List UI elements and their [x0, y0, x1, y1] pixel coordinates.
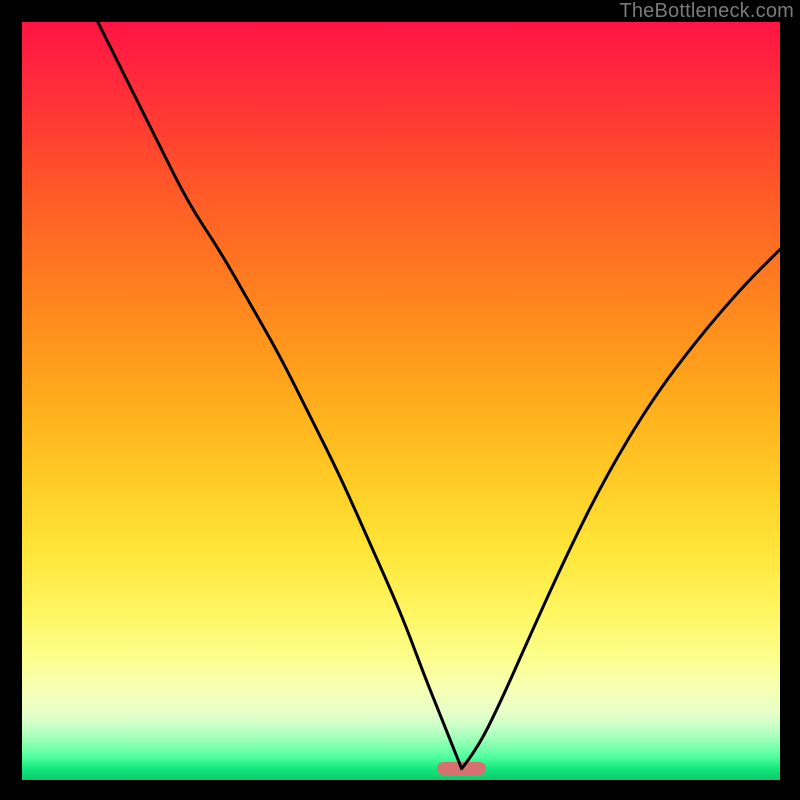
- plot-area: [22, 22, 780, 780]
- background-gradient: [22, 22, 780, 780]
- watermark-text: TheBottleneck.com: [619, 0, 794, 23]
- optimum-marker: [437, 762, 486, 776]
- chart-frame: TheBottleneck.com: [0, 0, 800, 800]
